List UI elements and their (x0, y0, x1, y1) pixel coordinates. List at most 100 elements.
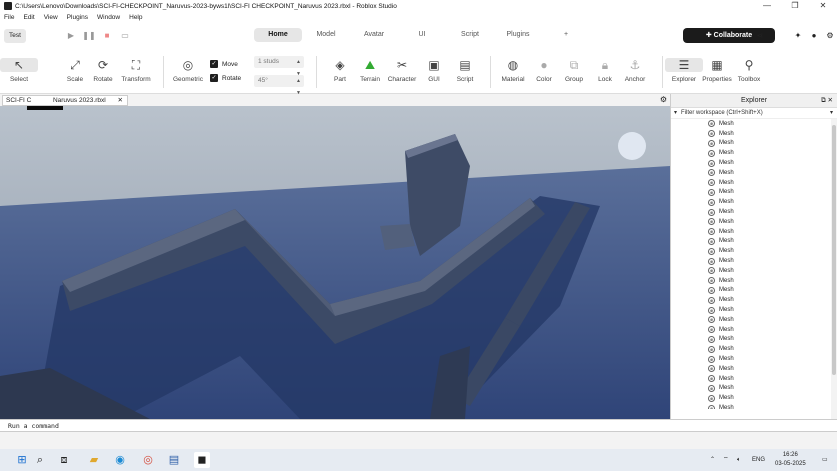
tray-chevron-icon[interactable]: ⌃ (710, 449, 715, 471)
move-checkbox[interactable]: ✓ (210, 60, 218, 68)
rotate-snap-toggle[interactable]: ✓ Rotate (210, 74, 241, 82)
app-icon[interactable]: ▤ (166, 452, 182, 468)
panel-controls-icon[interactable]: ⧉ ✕ (821, 94, 833, 108)
studs-stepper[interactable]: 1 studs ▲ ▼ (254, 56, 304, 77)
document-tab-strip: SCI-FI C Naruvus 2023.rbxl ✕ ⚙ (0, 94, 670, 106)
stop-icon[interactable]: ■ (98, 31, 116, 40)
volume-icon[interactable]: 🔈︎ (737, 449, 741, 471)
notifications-icon[interactable]: ▭ (822, 449, 828, 471)
tab-avatar[interactable]: Avatar (350, 28, 398, 42)
tree-item[interactable]: ⊕ Mesh (671, 354, 831, 364)
pause-icon[interactable]: ❚❚ (80, 31, 98, 40)
tree-item[interactable]: ⊕ Mesh (671, 246, 831, 256)
tree-item[interactable]: ⊕ Mesh (671, 393, 831, 403)
geometric-tool[interactable]: ◎ Geometric (169, 58, 207, 83)
tree-item[interactable]: ⊕ Mesh (671, 364, 831, 374)
explorer-filter-input[interactable]: ▾ Filter workspace (Ctrl+Shift+X) ▾ (671, 108, 837, 119)
rotate-checkbox[interactable]: ✓ (210, 74, 218, 82)
tree-item[interactable]: ⊕ Mesh (671, 237, 831, 247)
tree-item[interactable]: ⊕ Mesh (671, 335, 831, 345)
tree-item[interactable]: ⊕ Mesh (671, 129, 831, 139)
tree-item[interactable]: ⊕ Mesh (671, 168, 831, 178)
tree-item[interactable]: ⊕ Mesh (671, 286, 831, 296)
network-icon[interactable]: ⌔ (723, 449, 729, 471)
menu-view[interactable]: View (44, 14, 58, 21)
view-settings-icon[interactable]: ⚙ (660, 95, 667, 104)
tree-item[interactable]: ⊕ Mesh (671, 119, 831, 129)
angle-stepper[interactable]: 45° ▲ ▼ (254, 75, 304, 96)
play-icon[interactable]: ▶ (62, 31, 80, 40)
minimize-button[interactable]: — (753, 0, 781, 12)
menu-help[interactable]: Help (129, 14, 142, 21)
clock[interactable]: 16:26 03-05-2025 (775, 451, 806, 469)
language-indicator[interactable]: ENG (752, 449, 765, 471)
tab-home[interactable]: Home (254, 28, 302, 42)
explorer-tree[interactable]: ⊕ Mesh ⊕ Mesh ⊕ Mesh ⊕ Mesh ⊕ Mesh ⊕ Mesh ⊕ Mesh ⊕ Mesh… (671, 119, 831, 409)
tree-item[interactable]: ⊕ Mesh (671, 295, 831, 305)
document-tab[interactable]: SCI-FI C Naruvus 2023.rbxl ✕ (2, 95, 128, 106)
tree-item[interactable]: ⊕ Mesh (671, 276, 831, 286)
chevron-down-icon[interactable]: ▾ (830, 108, 833, 119)
menu-window[interactable]: Window (97, 14, 120, 21)
tree-item[interactable]: ⊕ Mesh (671, 148, 831, 158)
tree-item[interactable]: ⊕ Mesh (671, 227, 831, 237)
scrollbar-thumb[interactable] (832, 125, 836, 375)
tree-item[interactable]: ⊕ Mesh (671, 188, 831, 198)
roblox-studio-taskbar-icon[interactable]: ◼ (194, 452, 210, 468)
share-icon[interactable]: ⋖ (752, 28, 768, 43)
toolbox-toggle[interactable]: ⚲ Toolbox (730, 58, 768, 83)
explorer-scrollbar[interactable] (831, 119, 837, 419)
maximize-button[interactable]: ❐ (781, 0, 809, 12)
tree-item[interactable]: ⊕ Mesh (671, 197, 831, 207)
tree-item[interactable]: ⊕ Mesh (671, 139, 831, 149)
tree-item[interactable]: ⊕ Mesh (671, 374, 831, 384)
menu-file[interactable]: File (4, 14, 14, 21)
tab-script[interactable]: Script (446, 28, 494, 42)
transform-tool[interactable]: ⛶ Transform (117, 58, 155, 83)
device-icon[interactable]: ▭ (116, 31, 134, 40)
menu-edit[interactable]: Edit (23, 14, 34, 21)
chrome-icon[interactable]: ◎ (140, 452, 156, 468)
mesh-icon: ⊕ (708, 120, 715, 128)
task-view-icon[interactable]: ⧈ (56, 452, 72, 468)
tree-item[interactable]: ⊕ Mesh (671, 325, 831, 335)
tree-item[interactable]: ⊕ Mesh (671, 217, 831, 227)
menu-plugins[interactable]: Plugins (67, 14, 88, 21)
test-button[interactable]: Test (4, 28, 26, 43)
close-button[interactable]: ✕ (809, 0, 837, 12)
tree-item[interactable]: ⊕ Mesh (671, 305, 831, 315)
tree-item-label: Mesh (719, 160, 734, 167)
tree-item-label: Mesh (719, 326, 734, 333)
tree-item[interactable]: ⊕ Mesh (671, 315, 831, 325)
command-bar[interactable]: Run a command (0, 419, 837, 432)
tree-item[interactable]: ⊕ Mesh (671, 158, 831, 168)
tab-add[interactable]: + (542, 28, 590, 42)
tab-plugins[interactable]: Plugins (494, 28, 542, 42)
tree-item[interactable]: ⊕ Mesh (671, 403, 831, 409)
tree-item[interactable]: ⊕ Mesh (671, 178, 831, 188)
tree-item[interactable]: ⊕ Mesh (671, 344, 831, 354)
brightness-slider-panel[interactable]: ☀ (27, 106, 63, 110)
edge-icon[interactable]: ◉ (112, 452, 128, 468)
select-tool[interactable]: ↖ Select (0, 58, 38, 83)
move-snap-toggle[interactable]: ✓ Move (210, 60, 238, 68)
script-tool[interactable]: ▤ Script (446, 58, 484, 83)
notification-icon[interactable]: ● (806, 28, 822, 43)
mesh-icon: ⊕ (708, 355, 715, 363)
tree-item[interactable]: ⊕ Mesh (671, 266, 831, 276)
tab-ui[interactable]: UI (398, 28, 446, 42)
tab-model[interactable]: Model (302, 28, 350, 42)
search-icon[interactable]: ⌕ (32, 452, 48, 468)
anchor-tool[interactable]: ⚓︎ Anchor (616, 58, 654, 83)
assistant-icon[interactable]: ✦ (790, 28, 806, 43)
settings-icon[interactable]: ⚙ (822, 28, 837, 43)
file-explorer-icon[interactable]: ▰ (86, 452, 102, 468)
3d-viewport[interactable]: ☀ (0, 106, 670, 419)
windows-start-icon[interactable]: ⊞ (14, 452, 30, 468)
tree-item-label: Mesh (719, 346, 734, 353)
command-input[interactable]: Run a command (8, 422, 59, 430)
tree-item[interactable]: ⊕ Mesh (671, 384, 831, 394)
close-icon[interactable]: ✕ (118, 96, 123, 106)
tree-item[interactable]: ⊕ Mesh (671, 207, 831, 217)
tree-item[interactable]: ⊕ Mesh (671, 256, 831, 266)
